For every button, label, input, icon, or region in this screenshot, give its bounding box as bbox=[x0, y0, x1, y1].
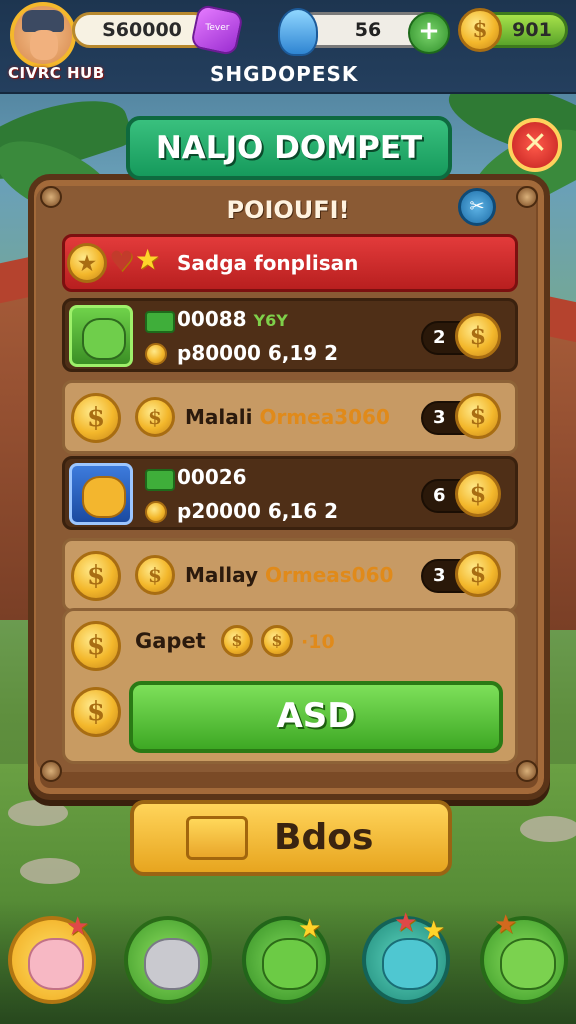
energy-icon bbox=[278, 8, 318, 56]
brand-logo: CIVRC HUB bbox=[8, 64, 105, 82]
row-label-name: Malali bbox=[185, 405, 253, 429]
row-label: Malali Ormea3060 bbox=[185, 405, 390, 429]
top-hud: S60000 Tever 56 + 901 $ CIVRC HUB SHGDOP… bbox=[0, 0, 576, 94]
coin-icon: $ bbox=[221, 625, 253, 657]
frog-icon bbox=[262, 938, 318, 990]
panel-bolt bbox=[516, 760, 538, 782]
row-line2: p20000 6,16 2 bbox=[177, 499, 339, 523]
alert-text: Sadga fonplisan bbox=[177, 251, 359, 275]
star-icon: ★ bbox=[298, 914, 322, 944]
gapet-value: ·10 bbox=[301, 631, 335, 653]
nav-fish-button[interactable]: ★ ★ bbox=[362, 908, 450, 1004]
coin-icon: $ bbox=[455, 393, 501, 439]
stepping-stone bbox=[8, 800, 68, 826]
coin-icon bbox=[145, 501, 167, 523]
star-icon: ★ bbox=[422, 916, 446, 946]
close-button[interactable]: ✕ bbox=[508, 118, 562, 172]
character-portrait bbox=[69, 305, 133, 367]
row-value: 00088 bbox=[177, 307, 247, 331]
star-coin-icon: ★ bbox=[67, 243, 107, 283]
wallet-row[interactable]: 00088 Y6Y p80000 6,19 2 2 $ bbox=[62, 298, 518, 372]
stepping-stone bbox=[520, 816, 576, 842]
coin-icon: $ bbox=[71, 621, 121, 671]
coin-icon: $ bbox=[71, 551, 121, 601]
row-label-value: Ormeas060 bbox=[265, 563, 394, 587]
gem-icon[interactable]: Tever bbox=[189, 3, 245, 57]
goblin-icon bbox=[82, 318, 126, 360]
coin-icon bbox=[145, 343, 167, 365]
star-icon: ★ bbox=[135, 243, 161, 276]
row-label: Mallay Ormeas060 bbox=[185, 563, 393, 587]
row-line1: 00026 bbox=[177, 465, 247, 489]
row-line1: 00088 Y6Y bbox=[177, 307, 288, 331]
gapet-section: $ Gapet $ $ ·10 $ ASD bbox=[62, 608, 518, 764]
coin-icon: $ bbox=[458, 8, 502, 52]
coin-icon: $ bbox=[71, 393, 121, 443]
character-portrait bbox=[69, 463, 133, 525]
badge-icon bbox=[145, 311, 175, 333]
badge-icon bbox=[145, 469, 175, 491]
nav-pig-button[interactable]: ★ bbox=[8, 912, 96, 1004]
nav-snail-button[interactable]: ★ bbox=[480, 910, 568, 1004]
info-button[interactable]: ✂ bbox=[458, 188, 496, 226]
nav-frog-button[interactable]: ★ bbox=[242, 914, 330, 1004]
bdos-button[interactable]: Bdos bbox=[130, 800, 452, 876]
star-icon: ★ bbox=[494, 910, 518, 940]
nav-koala-button[interactable] bbox=[124, 916, 212, 1004]
folder-icon bbox=[186, 816, 248, 860]
bdos-label: Bdos bbox=[274, 817, 374, 858]
alert-banner[interactable]: ★ ♥ ★ Sadga fonplisan bbox=[62, 234, 518, 292]
row-suffix: Y6Y bbox=[253, 311, 288, 330]
star-icon: ★ bbox=[66, 912, 90, 942]
asd-button[interactable]: ASD bbox=[129, 681, 503, 753]
stepping-stone bbox=[20, 858, 80, 884]
gem-label: Tever bbox=[205, 23, 230, 34]
row-label-value: Ormea3060 bbox=[259, 405, 390, 429]
wallet-row[interactable]: $ $ Malali Ormea3060 3 $ bbox=[62, 380, 518, 454]
heart-icon: ♥ bbox=[109, 245, 135, 278]
coin-icon: $ bbox=[455, 471, 501, 517]
panel-bolt bbox=[40, 760, 62, 782]
coin-icon: $ bbox=[261, 625, 293, 657]
pig-icon bbox=[28, 938, 84, 990]
coin-stack-icon: $ bbox=[135, 555, 175, 595]
star-icon: ★ bbox=[394, 908, 418, 938]
lion-icon bbox=[82, 476, 126, 518]
row-line2: p80000 6,19 2 bbox=[177, 341, 339, 365]
snail-icon bbox=[500, 938, 556, 990]
coin-stack-icon: $ bbox=[135, 397, 175, 437]
wallet-row[interactable]: 00026 p20000 6,16 2 6 $ bbox=[62, 456, 518, 530]
coin-icon: $ bbox=[71, 687, 121, 737]
money-counter: S60000 bbox=[72, 12, 212, 48]
coin-icon: $ bbox=[455, 313, 501, 359]
gapet-label: Gapet bbox=[135, 629, 206, 653]
add-energy-button[interactable]: + bbox=[408, 12, 450, 54]
hat-icon bbox=[22, 10, 64, 32]
wallet-row[interactable]: $ $ Mallay Ormeas060 3 $ bbox=[62, 538, 518, 612]
screen-title: SHGDOPESK bbox=[210, 62, 359, 86]
row-label-name: Mallay bbox=[185, 563, 259, 587]
dialog-title: NALJO DOMPET bbox=[126, 116, 452, 180]
coin-icon: $ bbox=[455, 551, 501, 597]
face-icon bbox=[30, 30, 58, 60]
koala-icon bbox=[144, 938, 200, 990]
player-avatar[interactable] bbox=[10, 2, 76, 68]
